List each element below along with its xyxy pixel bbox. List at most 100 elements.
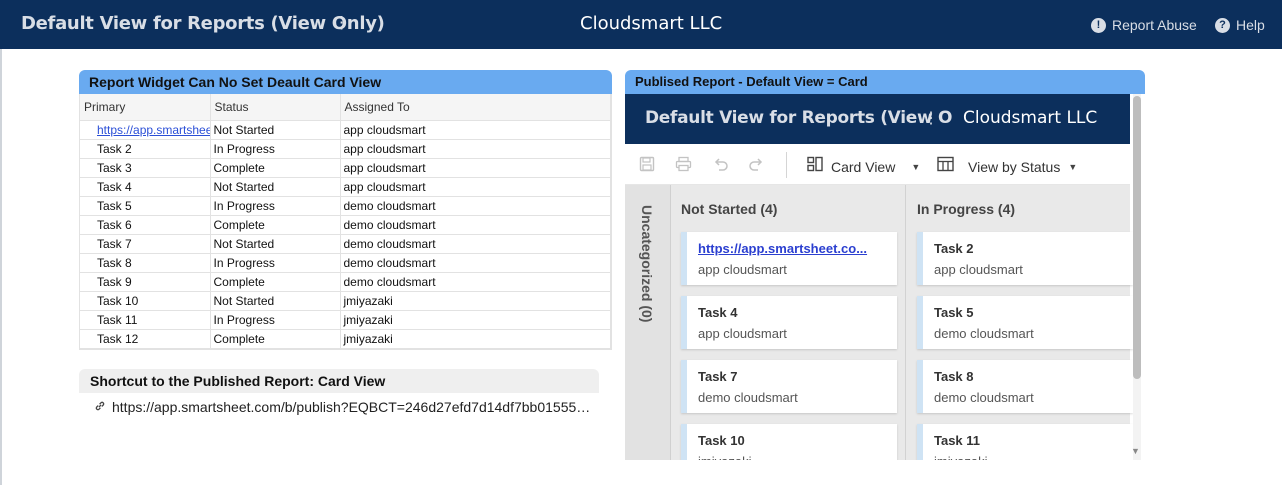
card-assignee: demo cloudsmart [934, 390, 1034, 405]
task-card[interactable]: Task 11 jmiyazaki [917, 424, 1133, 460]
table-body: https://app.smartsheet.comNot Startedapp… [80, 120, 611, 349]
card-title: Task 2 [934, 241, 974, 256]
cell-primary: Task 10 [80, 291, 211, 311]
cell-assigned-to: app cloudsmart [340, 177, 611, 197]
cell-assigned-to: app cloudsmart [340, 158, 611, 178]
sight-title: Default View for Reports (View Only) [21, 13, 385, 34]
cell-primary: Task 12 [80, 329, 211, 349]
undo-icon[interactable] [713, 156, 729, 177]
help-link[interactable]: ? Help [1215, 17, 1265, 33]
published-report-frame: Default View for Reports (View O ⋮ Cloud… [625, 94, 1145, 460]
task-card[interactable]: https://app.smartsheet.co... app cloudsma… [681, 232, 897, 285]
table-row[interactable]: Task 3 Complete app cloudsmart [80, 158, 611, 178]
save-icon[interactable] [639, 156, 655, 177]
shortcut-link[interactable]: https://app.smartsheet.com/b/publish?EQB… [94, 399, 594, 415]
column-header: In Progress (4) [917, 201, 1016, 217]
cell-assigned-to: demo cloudsmart [340, 272, 611, 292]
card-view-dropdown[interactable]: Card View ▼ [807, 156, 920, 177]
cell-status: Complete [210, 215, 341, 235]
inner-top-bar: Default View for Reports (View O ⋮ Cloud… [625, 94, 1130, 144]
published-widget-header: Publised Report - Default View = Card [625, 70, 1145, 94]
primary-link[interactable]: https://app.smartsheet.com [97, 123, 209, 137]
view-by-status-label: View by Status [968, 158, 1061, 175]
cell-status: Not Started [210, 120, 341, 140]
table-row[interactable]: Task 5 In Progress demo cloudsmart [80, 196, 611, 216]
report-abuse-link[interactable]: ! Report Abuse [1091, 17, 1197, 33]
column-header-status: Status [210, 94, 341, 121]
cell-assigned-to: jmiyazaki [340, 310, 611, 330]
card-title: Task 10 [698, 433, 745, 448]
inner-title: Default View for Reports (View O [645, 108, 953, 128]
card-title: Task 8 [934, 369, 974, 384]
card-view-icon [807, 156, 823, 177]
card-view-label: Card View [831, 158, 896, 175]
card-title: Task 4 [698, 305, 738, 320]
cell-assigned-to: demo cloudsmart [340, 253, 611, 273]
task-card[interactable]: Task 4 app cloudsmart [681, 296, 897, 349]
task-card[interactable]: Task 10 jmiyazaki [681, 424, 897, 460]
report-widget-header: Report Widget Can No Set Deault Card Vie… [79, 70, 612, 94]
chevron-down-icon: ▼ [1068, 161, 1078, 172]
cell-assigned-to: app cloudsmart [340, 139, 611, 159]
exclamation-icon: ! [1091, 17, 1106, 33]
card-title: Task 11 [934, 433, 981, 448]
shortcut-widget-header: Shortcut to the Published Report: Card V… [79, 369, 599, 393]
cell-primary: Task 11 [80, 310, 211, 330]
cell-assigned-to: jmiyazaki [340, 329, 611, 349]
inner-brand: Cloudsmart LLC [963, 108, 1098, 128]
task-card[interactable]: Task 5 demo cloudsmart [917, 296, 1133, 349]
table-row[interactable]: Task 6 Complete demo cloudsmart [80, 215, 611, 235]
print-icon[interactable] [675, 156, 692, 177]
column-in-progress: In Progress (4) Task 2 app cloudsmart Task… [907, 185, 1133, 460]
card-assignee: demo cloudsmart [934, 326, 1034, 341]
help-icon: ? [1215, 17, 1230, 33]
table-row[interactable]: https://app.smartsheet.comNot Startedapp… [80, 120, 611, 140]
cell-status: Complete [210, 158, 341, 178]
cell-primary: Task 4 [80, 177, 211, 197]
task-card[interactable]: Task 7 demo cloudsmart [681, 360, 897, 413]
table-row[interactable]: Task 2 In Progress app cloudsmart [80, 139, 611, 159]
uncategorized-lane: Uncategorized (0) [625, 185, 671, 460]
top-bar: Default View for Reports (View Only) ⋮ C… [0, 0, 1282, 49]
table-row[interactable]: Task 10 Not Started jmiyazaki [80, 291, 611, 311]
view-by-status-dropdown[interactable]: View by Status ▼ [937, 156, 1077, 177]
card-title: Task 5 [934, 305, 974, 320]
cell-status: Complete [210, 272, 341, 292]
report-grid: Primary Status Assigned To https://app.s… [79, 94, 612, 350]
table-row[interactable]: Task 8 In Progress demo cloudsmart [80, 253, 611, 273]
column-not-started: Not Started (4) https://app.smartsheet.c… [671, 185, 897, 460]
card-title-link[interactable]: https://app.smartsheet.co... [698, 241, 886, 256]
kebab-menu-icon[interactable]: ⋮ [333, 13, 350, 33]
toolbar-divider [786, 152, 787, 178]
card-title: Task 7 [698, 369, 738, 384]
cell-status: Not Started [210, 291, 341, 311]
scrollbar-thumb[interactable] [1133, 96, 1141, 379]
table-row[interactable]: Task 4 Not Started app cloudsmart [80, 177, 611, 197]
cell-primary: Task 7 [80, 234, 211, 254]
cell-primary: Task 9 [80, 272, 211, 292]
brand-name: Cloudsmart LLC [580, 13, 723, 34]
cell-primary: Task 6 [80, 215, 211, 235]
report-table: Primary Status Assigned To https://app.s… [80, 94, 611, 349]
cell-assigned-to: jmiyazaki [340, 291, 611, 311]
task-card[interactable]: Task 2 app cloudsmart [917, 232, 1133, 285]
table-row[interactable]: Task 12 Complete jmiyazaki [80, 329, 611, 349]
card-assignee: jmiyazaki [934, 454, 1122, 460]
link-icon [94, 399, 106, 415]
table-row[interactable]: Task 7 Not Started demo cloudsmart [80, 234, 611, 254]
scroll-down-arrow-icon[interactable]: ▼ [1131, 446, 1140, 456]
card-board: Uncategorized (0) Not Started (4) https:… [625, 185, 1133, 460]
column-header-assigned-to: Assigned To [340, 94, 611, 121]
table-row[interactable]: Task 9 Complete demo cloudsmart [80, 272, 611, 292]
cell-assigned-to: demo cloudsmart [340, 196, 611, 216]
card-assignee: jmiyazaki [698, 454, 886, 460]
inner-kebab-icon[interactable]: ⋮ [923, 108, 939, 128]
cell-assigned-to: app cloudsmart [340, 120, 611, 140]
redo-icon[interactable] [748, 156, 764, 177]
cell-primary: https://app.smartsheet.com [80, 120, 211, 140]
table-row[interactable]: Task 11 In Progress jmiyazaki [80, 310, 611, 330]
cell-assigned-to: demo cloudsmart [340, 234, 611, 254]
card-assignee: demo cloudsmart [698, 390, 798, 405]
task-card[interactable]: Task 8 demo cloudsmart [917, 360, 1133, 413]
help-label: Help [1236, 17, 1265, 33]
